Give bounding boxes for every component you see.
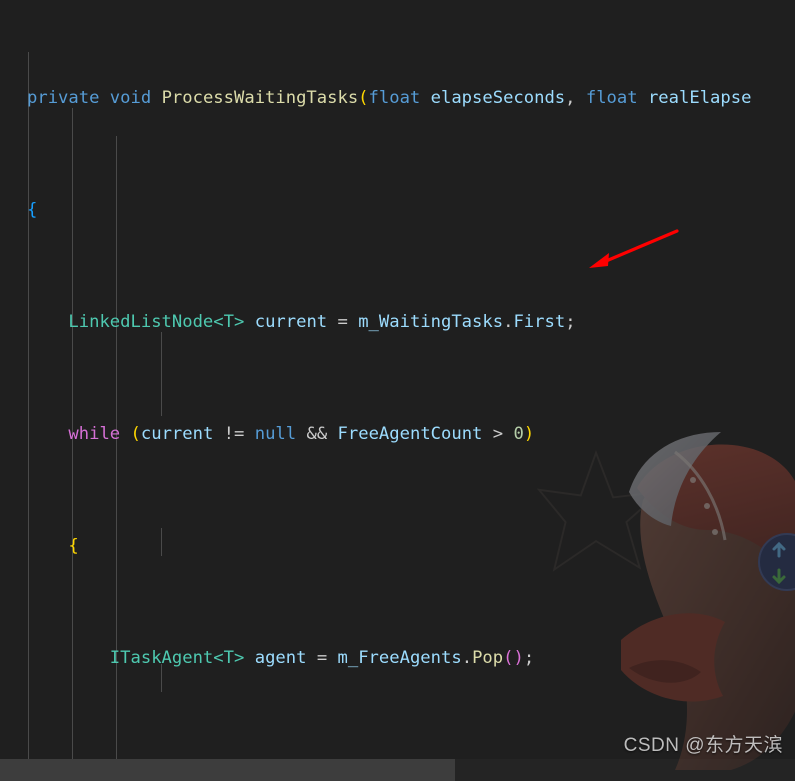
code-editor-screenshot: private void ProcessWaitingTasks(float e… xyxy=(0,0,795,781)
code-line: { xyxy=(0,532,795,560)
token-bracket: ) xyxy=(523,424,535,444)
token-brace: { xyxy=(27,200,38,220)
code-line: ITaskAgent<T> agent = m_FreeAgents.Pop()… xyxy=(109,648,535,668)
token-number: 0 xyxy=(513,424,524,444)
horizontal-scrollbar-track[interactable] xyxy=(0,759,795,781)
token-field: m_FreeAgents xyxy=(337,648,462,668)
code-line: private void ProcessWaitingTasks(float e… xyxy=(27,88,752,108)
token-type: ITaskAgent xyxy=(109,648,214,668)
code-content[interactable]: private void ProcessWaitingTasks(float e… xyxy=(0,0,795,760)
token-bracket: ( xyxy=(503,648,514,668)
token-variable: current xyxy=(140,424,214,444)
code-line: while (current != null && FreeAgentCount… xyxy=(68,424,535,444)
token-property: First xyxy=(513,312,566,332)
token-keyword: void xyxy=(109,88,152,108)
token-keyword: private xyxy=(27,88,100,108)
token-property: FreeAgentCount xyxy=(337,424,483,444)
token-parameter: realElapse xyxy=(637,88,752,108)
token-keyword: float xyxy=(368,88,421,108)
token-field: m_WaitingTasks xyxy=(358,312,504,332)
token-bracket: ( xyxy=(358,88,369,108)
code-line: LinkedListNode<T> current = m_WaitingTas… xyxy=(68,312,576,332)
code-line: { xyxy=(0,196,795,224)
token-parameter: elapseSeconds xyxy=(420,88,566,108)
token-method-name: Pop xyxy=(472,648,504,668)
token-keyword: null xyxy=(254,424,297,444)
token-bracket: ) xyxy=(513,648,524,668)
token-variable: current xyxy=(254,312,328,332)
token-type: LinkedListNode xyxy=(68,312,214,332)
token-variable: agent xyxy=(254,648,307,668)
token-brace: { xyxy=(68,536,79,556)
token-keyword: float xyxy=(585,88,638,108)
token-method-name: ProcessWaitingTasks xyxy=(161,88,359,108)
token-control-keyword: while xyxy=(68,424,121,444)
csdn-watermark: CSDN @东方天滨 xyxy=(623,735,783,756)
token-bracket: ( xyxy=(130,424,141,444)
horizontal-scrollbar-thumb[interactable] xyxy=(0,759,455,781)
